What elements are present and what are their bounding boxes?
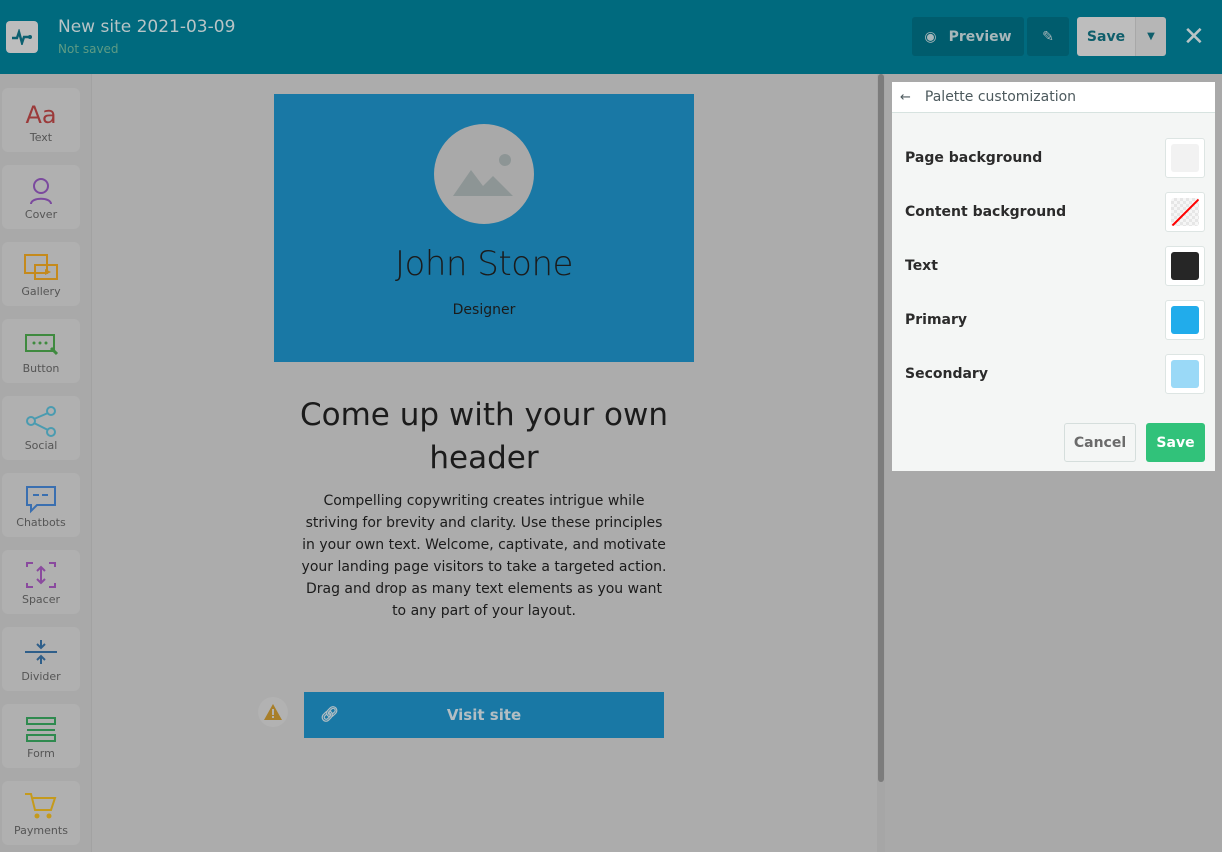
spacer-block-icon [26,561,56,588]
page-canvas: John Stone Designer Come up with your ow… [92,74,878,852]
block-label: Cover [24,207,58,221]
save-status: Not saved [58,42,119,56]
scrollbar-thumb[interactable] [878,74,884,782]
palette-row-label: Primary [905,312,968,328]
close-icon[interactable]: ✕ [1183,22,1205,52]
color-swatch[interactable] [1165,354,1205,394]
profile-name[interactable]: John Stone [274,244,694,284]
block-label: Button [22,361,60,375]
block-sidebar: Aa Text Cover Gallery Button Social Chatbots Sp… [0,74,92,852]
preview-button[interactable]: ◉ Preview [912,17,1024,56]
palette-row-label: Content background [905,204,1067,220]
palette-row-label: Secondary [905,366,988,382]
canvas-scrollbar[interactable] [877,74,885,852]
block-label: Text [29,130,53,144]
link-icon: 🔗︎ [320,705,340,723]
chatbots-block-icon [26,485,56,513]
form-block-icon [26,716,56,742]
block-form[interactable]: Form [2,704,80,768]
block-chatbots[interactable]: Chatbots [2,473,80,537]
block-text[interactable]: Aa Text [2,88,80,152]
palette-row: Page background [905,138,1205,178]
social-block-icon [26,405,56,437]
block-label: Payments [14,823,68,837]
back-arrow-icon[interactable]: ← [900,90,911,105]
section-paragraph[interactable]: Compelling copywriting creates intrigue … [298,490,670,622]
color-swatch[interactable] [1165,300,1205,340]
palette-row: Primary [905,300,1205,340]
palette-row: Secondary [905,354,1205,394]
block-label: Divider [21,669,61,683]
payments-block-icon [25,792,57,818]
profile-role[interactable]: Designer [274,302,694,318]
visit-site-button[interactable]: 🔗︎ Visit site [304,692,664,738]
color-swatch[interactable] [1165,246,1205,286]
block-label: Social [24,438,58,452]
save-dropdown-button[interactable]: ▼ [1135,17,1166,56]
block-button[interactable]: Button [2,319,80,383]
caret-down-icon: ▼ [1147,31,1155,42]
design-tools-button[interactable]: ✎ [1027,17,1069,56]
block-gallery[interactable]: Gallery [2,242,80,306]
eye-icon: ◉ [924,28,937,45]
color-swatch[interactable] [1165,192,1205,232]
svg-text:Aa: Aa [25,101,56,129]
palette-row: Content background [905,192,1205,232]
warning-icon[interactable] [258,697,288,727]
block-label: Gallery [21,284,61,298]
pencil-ruler-icon: ✎ [1042,28,1054,45]
cover-block-icon [30,177,52,204]
palette-row-label: Text [905,258,938,274]
block-label: Form [27,746,55,760]
palette-panel: ← Palette customization Page background Co… [892,82,1215,471]
cover-block[interactable]: John Stone Designer [274,94,694,362]
cancel-button[interactable]: Cancel [1064,423,1136,462]
block-label: Spacer [21,592,61,606]
save-button[interactable]: Save [1077,17,1135,56]
block-cover[interactable]: Cover [2,165,80,229]
section-heading[interactable]: Come up with your own header [274,394,694,480]
block-payments[interactable]: Payments [2,781,80,845]
divider-block-icon [25,639,57,664]
block-divider[interactable]: Divider [2,627,80,691]
preview-label: Preview [948,28,1012,45]
palette-header: ← Palette customization [892,82,1215,113]
color-swatch[interactable] [1165,138,1205,178]
gallery-block-icon [24,253,58,280]
palette-row-label: Page background [905,150,1043,166]
block-label: Chatbots [16,515,66,529]
avatar-image-placeholder-icon[interactable] [434,124,534,224]
palette-row: Text [905,246,1205,286]
palette-save-button[interactable]: Save [1146,423,1205,462]
block-social[interactable]: Social [2,396,80,460]
site-title[interactable]: New site 2021-03-09 [58,17,235,37]
button-block-icon [25,333,59,355]
site-logo-icon [6,21,38,53]
palette-title: Palette customization [924,89,1077,105]
visit-site-label: Visit site [446,706,522,724]
top-bar: New site 2021-03-09 Not saved ◉ Preview ✎… [0,0,1222,74]
block-spacer[interactable]: Spacer [2,550,80,614]
text-block-icon: Aa [25,101,56,129]
